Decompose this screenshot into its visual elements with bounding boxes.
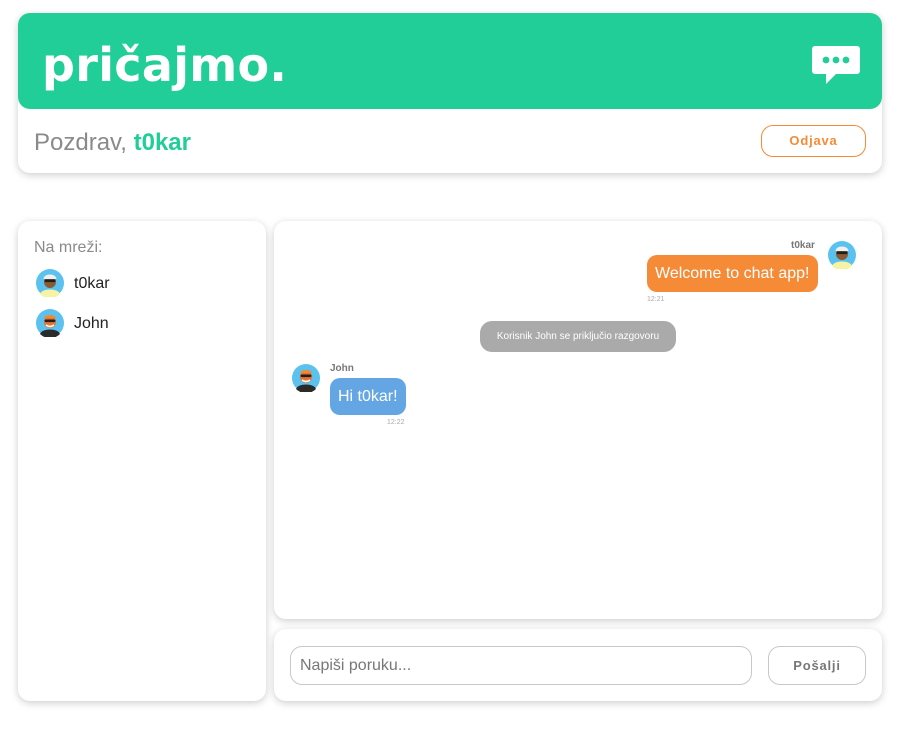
- chat-bubble-icon: [812, 46, 860, 84]
- message-bubble-outgoing: Welcome to chat app!: [647, 255, 818, 292]
- message-bubble-incoming: Hi t0kar!: [330, 378, 406, 415]
- brand-bar: pričajmo.: [18, 13, 882, 109]
- header-card: pričajmo. Pozdrav, t0kar Odjava: [18, 13, 882, 173]
- message-sender: t0kar: [791, 240, 815, 251]
- send-button[interactable]: Pošalji: [768, 646, 866, 685]
- online-user-john[interactable]: John: [34, 309, 234, 339]
- greeting: Pozdrav, t0kar: [34, 128, 191, 158]
- chat-messages-panel[interactable]: t0kar Welcome to chat app! 12:21 Korisni…: [274, 221, 882, 619]
- system-message: Korisnik John se priključio razgovoru: [480, 321, 676, 352]
- message-time: 12:22: [387, 419, 405, 426]
- avatar-icon: [828, 241, 856, 269]
- avatar-icon: [36, 269, 64, 297]
- logout-button[interactable]: Odjava: [761, 125, 866, 157]
- app-title: pričajmo.: [42, 38, 288, 92]
- greeting-prefix: Pozdrav,: [34, 129, 134, 156]
- avatar-icon: [36, 309, 64, 337]
- avatar-icon: [292, 364, 320, 392]
- message-sender: John: [330, 363, 354, 374]
- online-user-t0kar[interactable]: t0kar: [34, 269, 234, 299]
- message-time: 12:21: [647, 296, 665, 303]
- composer-panel: Pošalji: [274, 629, 882, 701]
- online-user-name: John: [74, 315, 109, 332]
- online-user-name: t0kar: [74, 275, 110, 292]
- message-input[interactable]: [290, 646, 752, 685]
- current-username: t0kar: [133, 129, 191, 156]
- online-title: Na mreži:: [34, 239, 103, 256]
- online-users-panel: Na mreži: t0kar John: [18, 221, 266, 701]
